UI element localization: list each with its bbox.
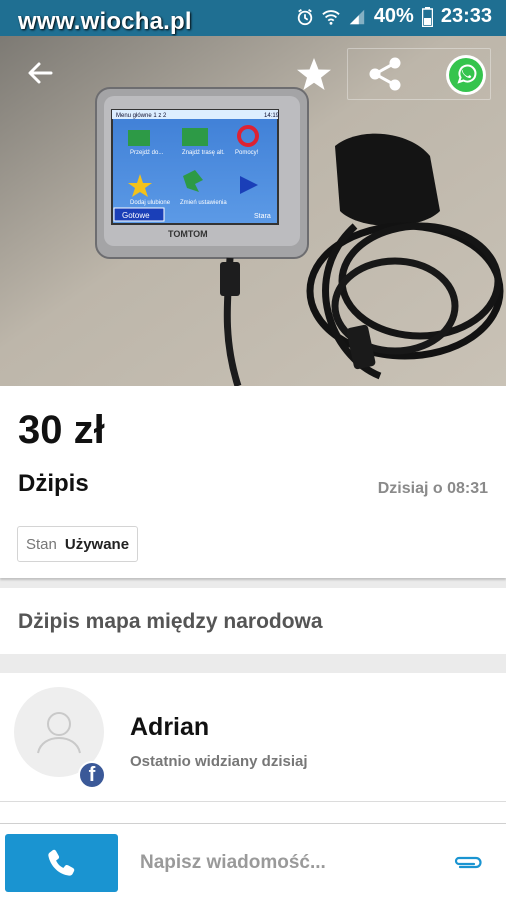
watermark: www.wiocha.pl bbox=[18, 8, 192, 35]
gps-done: Gotowe bbox=[122, 211, 150, 220]
bottom-action-bar bbox=[0, 823, 506, 900]
status-icons: 40% 23:33 bbox=[296, 5, 492, 28]
gps-item-1: Przejdź do... bbox=[130, 150, 164, 156]
status-bar: www.wiocha.pl 40% 23:33 bbox=[0, 0, 506, 36]
arrow-left-icon bbox=[28, 62, 53, 84]
share-icon bbox=[369, 57, 401, 91]
seller-card[interactable]: f Adrian Ostatnio widziany dzisiaj bbox=[0, 673, 506, 823]
gps-clock: 14:19 bbox=[264, 113, 280, 119]
share-button[interactable] bbox=[360, 54, 410, 94]
back-button[interactable] bbox=[18, 56, 62, 90]
price: 30 zł bbox=[18, 408, 105, 452]
battery-percent: 40% bbox=[373, 5, 414, 27]
seller-name: Adrian bbox=[130, 713, 210, 741]
posted-date: Dzisiaj o 08:31 bbox=[377, 480, 488, 497]
attach-button[interactable] bbox=[448, 848, 488, 878]
gps-brand: TOMTOM bbox=[168, 229, 208, 239]
paperclip-icon bbox=[454, 856, 482, 869]
description-text: Dżipis mapa między narodowa bbox=[18, 610, 323, 633]
star-icon bbox=[297, 58, 331, 90]
gps-menu-title: Menu główne 1 z 2 bbox=[116, 113, 167, 119]
wifi-icon bbox=[322, 9, 340, 25]
clock: 23:33 bbox=[440, 5, 492, 27]
facebook-icon: f bbox=[78, 761, 106, 789]
whatsapp-icon bbox=[446, 55, 486, 95]
gps-item-2: Znajdź trasę alt. bbox=[182, 150, 225, 156]
message-input[interactable] bbox=[140, 850, 420, 876]
gps-item-4: Dodaj ulubione bbox=[130, 200, 171, 206]
condition-label: Stan bbox=[26, 535, 57, 553]
listing-page: www.wiocha.pl 40% 23:33 Menu główne 1 z … bbox=[0, 0, 506, 900]
gps-item-5: Zmień ustawienia bbox=[180, 200, 227, 206]
gps-item-3: Pomocy! bbox=[235, 150, 259, 156]
call-button[interactable] bbox=[5, 834, 118, 892]
signal-icon bbox=[349, 9, 365, 24]
phone-icon bbox=[47, 849, 74, 876]
listing-photo[interactable]: Menu główne 1 z 2 14:19 Przejdź do... Zn… bbox=[0, 36, 506, 386]
seller-last-seen: Ostatnio widziany dzisiaj bbox=[130, 753, 308, 770]
whatsapp-button[interactable] bbox=[443, 52, 489, 98]
divider bbox=[0, 801, 506, 802]
condition-value: Używane bbox=[64, 535, 130, 553]
favorite-button[interactable] bbox=[290, 54, 338, 94]
description-card: Dżipis mapa między narodowa bbox=[0, 588, 506, 654]
user-icon bbox=[37, 712, 81, 754]
alarm-icon bbox=[297, 8, 313, 25]
listing-summary-card: 30 zł Dżipis Dzisiaj o 08:31 Stan Używan… bbox=[0, 386, 506, 578]
gps-start: Stara bbox=[254, 213, 271, 220]
condition-chip: Stan Używane bbox=[17, 526, 139, 562]
listing-title: Dżipis bbox=[18, 470, 89, 497]
battery-icon bbox=[421, 6, 433, 27]
